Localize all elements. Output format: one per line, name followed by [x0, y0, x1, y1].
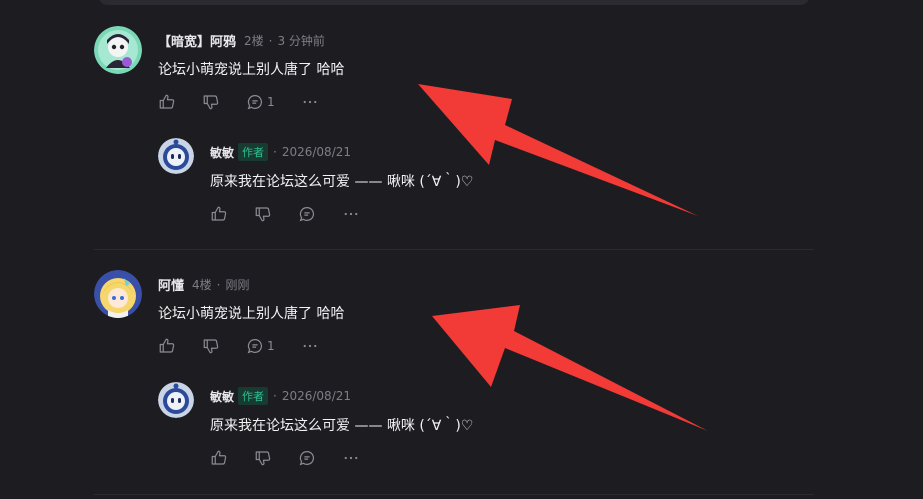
- comment-actions: 1: [158, 337, 345, 355]
- dislike-button[interactable]: [202, 337, 220, 355]
- thumbs-up-icon: [159, 94, 175, 109]
- thumbs-down-icon: [255, 451, 271, 466]
- top-comment-input[interactable]: [98, 0, 810, 5]
- like-button[interactable]: [158, 337, 176, 355]
- separator-dot: ·: [216, 277, 221, 292]
- reply-timestamp: 2026/08/21: [281, 145, 352, 159]
- reply-avatar[interactable]: [158, 138, 194, 174]
- more-button[interactable]: [342, 205, 360, 223]
- username[interactable]: 阿懂: [158, 275, 184, 294]
- timestamp: 3 分钟前: [277, 34, 325, 48]
- reply-actions: [210, 449, 386, 467]
- reply-text: 原来我在论坛这么可爱 —— 啾咪 (´∀｀)♡: [210, 418, 474, 434]
- reply-count: 1: [267, 339, 275, 353]
- reply-button[interactable]: 1: [246, 337, 275, 355]
- more-dots-icon: [303, 344, 317, 348]
- reply-meta: 敏敏 作者 · 2026/08/21: [210, 143, 351, 161]
- reply-username[interactable]: 敏敏: [210, 388, 234, 405]
- thumbs-up-icon: [211, 206, 227, 221]
- reply-count: 1: [267, 95, 275, 109]
- dislike-button[interactable]: [254, 449, 272, 467]
- avatar[interactable]: [94, 270, 142, 318]
- thumbs-up-icon: [211, 450, 227, 465]
- reply-text: 原来我在论坛这么可爱 —— 啾咪 (´∀｀)♡: [210, 174, 474, 190]
- like-button[interactable]: [210, 449, 228, 467]
- dislike-button[interactable]: [202, 93, 220, 111]
- comment-divider: [94, 249, 814, 250]
- reply-avatar[interactable]: [158, 382, 194, 418]
- like-button[interactable]: [210, 205, 228, 223]
- floor-number: 4楼: [192, 278, 212, 292]
- avatar[interactable]: [94, 26, 142, 74]
- comment-text: 论坛小萌宠说上别人唐了 哈哈: [158, 306, 345, 322]
- comment-bubble-icon: [299, 207, 315, 222]
- timestamp: 刚刚: [225, 278, 250, 292]
- reply-timestamp: 2026/08/21: [281, 389, 352, 403]
- comment-bubble-icon: [247, 95, 263, 110]
- floor-number: 2楼: [244, 34, 264, 48]
- thumbs-down-icon: [203, 95, 219, 110]
- more-button[interactable]: [301, 337, 319, 355]
- reply-button[interactable]: [298, 205, 316, 223]
- thumbs-down-icon: [255, 207, 271, 222]
- like-button[interactable]: [158, 93, 176, 111]
- reply-username[interactable]: 敏敏: [210, 144, 234, 161]
- separator-dot: ·: [273, 389, 277, 403]
- dislike-button[interactable]: [254, 205, 272, 223]
- reply-button[interactable]: 1: [246, 93, 275, 111]
- author-badge: 作者: [238, 143, 269, 161]
- annotation-arrow-2: [432, 305, 708, 431]
- more-dots-icon: [303, 100, 317, 104]
- more-button[interactable]: [301, 93, 319, 111]
- more-dots-icon: [344, 212, 358, 216]
- comment-bubble-icon: [299, 451, 315, 466]
- thumbs-down-icon: [203, 339, 219, 354]
- comment-text: 论坛小萌宠说上别人唐了 哈哈: [158, 62, 345, 78]
- comment-actions: 1: [158, 93, 345, 111]
- thumbs-up-icon: [159, 338, 175, 353]
- annotation-arrow-1: [418, 84, 698, 216]
- comment-bubble-icon: [247, 339, 263, 354]
- author-badge: 作者: [238, 387, 269, 405]
- comment-meta: 【暗宽】阿鸦 2楼 · 3 分钟前: [158, 31, 325, 51]
- separator-dot: ·: [273, 145, 277, 159]
- comment-divider: [94, 494, 814, 495]
- more-dots-icon: [344, 456, 358, 460]
- username[interactable]: 【暗宽】阿鸦: [158, 31, 236, 50]
- reply-meta: 敏敏 作者 · 2026/08/21: [210, 387, 351, 405]
- reply-button[interactable]: [298, 449, 316, 467]
- separator-dot: ·: [268, 33, 273, 48]
- more-button[interactable]: [342, 449, 360, 467]
- comment-meta: 阿懂 4楼 · 刚刚: [158, 275, 250, 295]
- reply-actions: [210, 205, 386, 223]
